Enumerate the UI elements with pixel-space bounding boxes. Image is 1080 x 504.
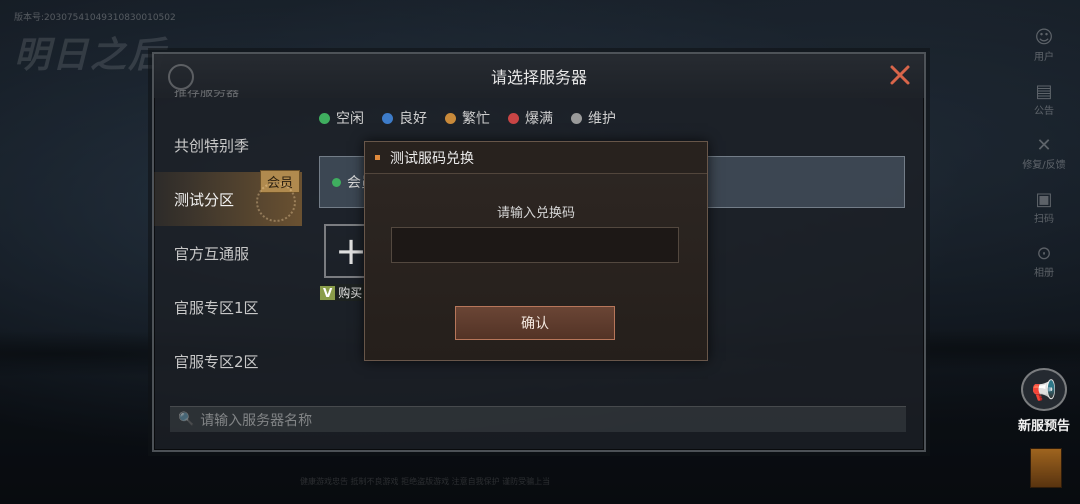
new-server-preview-button[interactable]: 📢 新服预告 xyxy=(1016,368,1072,434)
new-server-preview-label: 新服预告 xyxy=(1017,419,1070,434)
sidebar-item-test-zone[interactable]: 测试分区 会员 xyxy=(154,170,302,226)
status-legend: 空闲 良好 繁忙 爆满 维护 xyxy=(319,108,616,128)
redeem-prompt: 请输入兑换码 xyxy=(496,206,575,221)
footer-notice: 健康游戏忠告 抵制不良游戏 拒绝盗版游戏 注意自我保护 谨防受骗上当 xyxy=(300,477,551,486)
legend-busy: 繁忙 xyxy=(445,108,490,128)
right-menu-scan[interactable]: ▣ 扫码 xyxy=(1014,180,1074,234)
legend-label: 良好 xyxy=(399,111,427,127)
right-menu-notice[interactable]: ▤ 公告 xyxy=(1014,72,1074,126)
notice-icon: ▤ xyxy=(1035,80,1053,102)
legend-maintenance: 维护 xyxy=(571,108,616,128)
right-menu-label: 用户 xyxy=(1034,51,1054,63)
user-icon: ☺ xyxy=(1034,26,1054,48)
modal-header: 测试服码兑换 xyxy=(365,142,707,174)
redeem-code-modal: 测试服码兑换 请输入兑换码 确认 xyxy=(364,141,708,361)
dialog-title: 请选择服务器 xyxy=(490,68,587,87)
server-category-sidebar: 推荐服务器 共创特别季 测试分区 会员 官方互通服 官服专区1区 官服专区2区 xyxy=(154,84,302,414)
legend-label: 维护 xyxy=(588,111,616,127)
album-icon: ⊙ xyxy=(1036,242,1052,264)
sidebar-item-label: 共创特别季 xyxy=(174,136,250,155)
version-text: 版本号:20307541049310830010502 xyxy=(14,13,176,23)
sidebar-item-official-zone-2[interactable]: 官服专区2区 xyxy=(154,334,302,388)
vip-icon: V xyxy=(320,286,336,300)
sidebar-item-label: 测试分区 xyxy=(174,190,235,209)
scan-icon: ▣ xyxy=(1035,188,1053,210)
sidebar-item-official-interop[interactable]: 官方互通服 xyxy=(154,226,302,280)
status-dot-icon xyxy=(382,112,393,124)
modal-title: 测试服码兑换 xyxy=(390,150,474,167)
server-search-input[interactable]: 🔍 请输入服务器名称 xyxy=(170,406,906,432)
legend-label: 繁忙 xyxy=(462,111,490,127)
megaphone-icon: 📢 xyxy=(1021,368,1067,411)
status-dot-icon xyxy=(445,112,456,124)
sidebar-item-label: 官服专区2区 xyxy=(174,352,259,371)
plus-icon: + xyxy=(335,229,367,273)
close-icon[interactable] xyxy=(888,63,912,87)
search-icon: 🔍 xyxy=(178,412,195,427)
buy-tag[interactable]: V 购买 xyxy=(320,284,367,301)
game-logo: 明日之后 xyxy=(14,35,167,76)
right-menu-label: 相册 xyxy=(1034,267,1054,279)
legend-label: 爆满 xyxy=(525,111,553,127)
sidebar-item-official-zone-1[interactable]: 官服专区1区 xyxy=(154,280,302,334)
status-dot-icon xyxy=(332,177,341,187)
right-menu-user[interactable]: ☺ 用户 xyxy=(1014,18,1074,72)
legend-idle: 空闲 xyxy=(319,108,364,128)
buy-label: 购买 xyxy=(338,286,363,300)
legend-good: 良好 xyxy=(382,108,427,128)
status-dot-icon xyxy=(508,112,519,124)
repair-icon: ✕ xyxy=(1036,134,1052,156)
right-menu-label: 扫码 xyxy=(1034,213,1054,225)
fingerprint-icon xyxy=(256,182,296,222)
confirm-button[interactable]: 确认 xyxy=(455,306,615,340)
status-dot-icon xyxy=(319,112,330,124)
legend-full: 爆满 xyxy=(508,108,553,128)
sidebar-item-label: 官方互通服 xyxy=(174,244,250,263)
status-dot-icon xyxy=(571,112,582,124)
title-marker-icon xyxy=(375,155,380,160)
right-menu-label: 修复/反馈 xyxy=(1022,159,1066,171)
right-menu-album[interactable]: ⊙ 相册 xyxy=(1014,234,1074,288)
sidebar-item-label: 官服专区1区 xyxy=(174,298,259,317)
right-menu-label: 公告 xyxy=(1034,105,1054,117)
redeem-code-input[interactable] xyxy=(391,227,679,263)
right-menu-repair[interactable]: ✕ 修复/反馈 xyxy=(1014,126,1074,180)
right-side-menu: ☺ 用户 ▤ 公告 ✕ 修复/反馈 ▣ 扫码 ⊙ 相册 xyxy=(1014,18,1074,288)
corner-thumbnail[interactable] xyxy=(1030,448,1062,488)
search-placeholder: 请输入服务器名称 xyxy=(200,412,313,429)
sidebar-clipped-item: 推荐服务器 xyxy=(174,90,240,100)
legend-label: 空闲 xyxy=(336,111,364,127)
sidebar-item-cocreate-season[interactable]: 共创特别季 xyxy=(154,118,302,172)
